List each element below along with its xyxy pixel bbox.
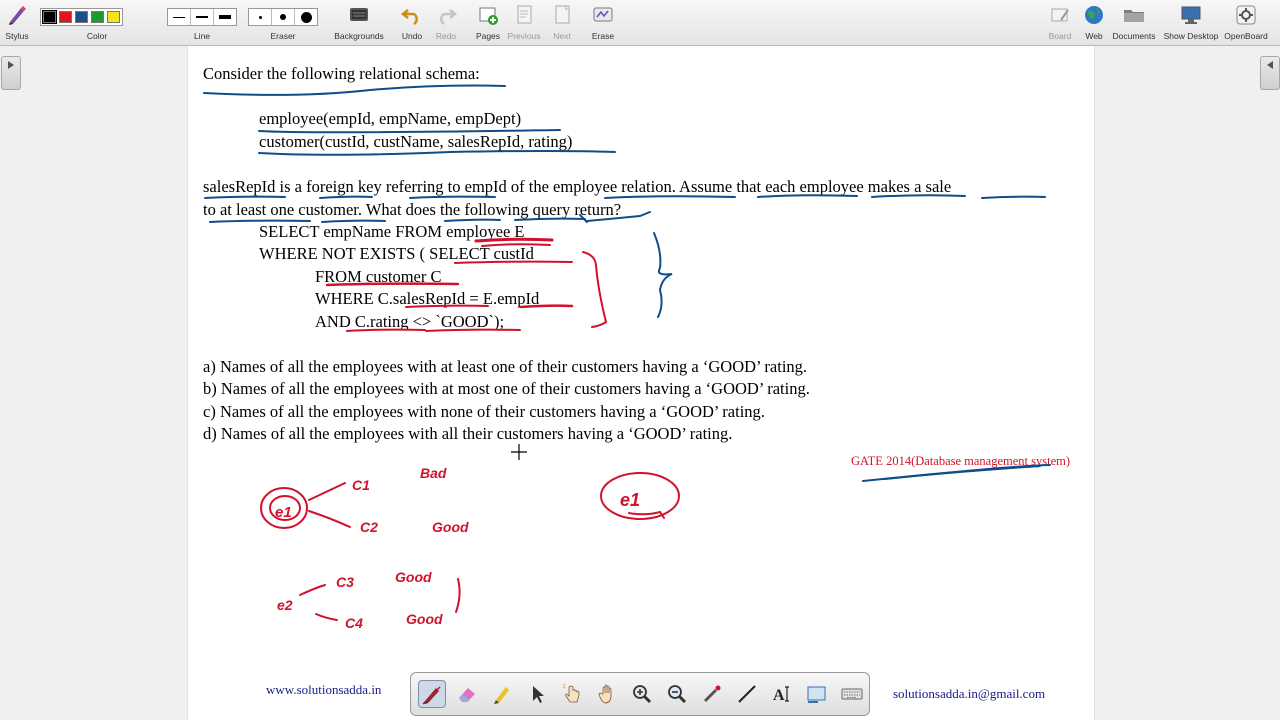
zoom-in-icon — [633, 685, 652, 704]
hand-tool[interactable] — [593, 680, 621, 708]
capture-tool[interactable] — [803, 680, 831, 708]
eraser-tool[interactable] — [453, 680, 481, 708]
pen-tool[interactable] — [418, 680, 446, 708]
footer-email[interactable]: solutionsadda.in@gmail.com — [893, 686, 1045, 702]
virtual-keyboard-tool[interactable] — [838, 680, 866, 708]
ink-annotations: e1 C1 C2 Bad Good e2 C3 C4 Good Good e1 — [203, 84, 1051, 631]
ink-e1: e1 — [275, 504, 292, 521]
arrow-pointer-icon — [533, 686, 544, 703]
line-icon — [738, 685, 756, 703]
line-tool[interactable] — [733, 680, 761, 708]
svg-text:A: A — [773, 687, 785, 704]
laser-pointer-icon — [703, 685, 721, 703]
laser-pointer-tool[interactable] — [698, 680, 726, 708]
ink-c1: C1 — [352, 477, 370, 493]
bottom-tool-palette: A — [410, 672, 870, 716]
text-icon: A — [773, 686, 789, 704]
hand-icon — [598, 684, 612, 704]
zoom-in-tool[interactable] — [628, 680, 656, 708]
ink-bad: Bad — [420, 465, 447, 481]
text-tool[interactable]: A — [768, 680, 796, 708]
ink-e1-second: e1 — [620, 490, 640, 510]
ink-e2: e2 — [277, 597, 293, 613]
highlighter-tool[interactable] — [488, 680, 516, 708]
ink-c3: C3 — [336, 574, 354, 590]
highlighter-icon — [494, 687, 509, 704]
zoom-out-tool[interactable] — [663, 680, 691, 708]
footer-website[interactable]: www.solutionsadda.in — [266, 682, 381, 698]
crosshair-cursor-icon — [511, 444, 527, 460]
ink-good-3: Good — [406, 611, 443, 627]
keyboard-icon — [841, 688, 863, 700]
eraser-icon — [459, 688, 475, 702]
pen-icon — [422, 686, 441, 705]
ink-good-1: Good — [432, 519, 469, 535]
interact-tool[interactable] — [558, 680, 586, 708]
screen-capture-icon — [807, 686, 826, 703]
zoom-out-icon — [668, 685, 687, 704]
ink-c2: C2 — [360, 519, 378, 535]
selector-tool[interactable] — [523, 680, 551, 708]
ink-c4: C4 — [345, 615, 363, 631]
hand-pointer-icon — [562, 683, 580, 703]
ink-good-2: Good — [395, 569, 432, 585]
